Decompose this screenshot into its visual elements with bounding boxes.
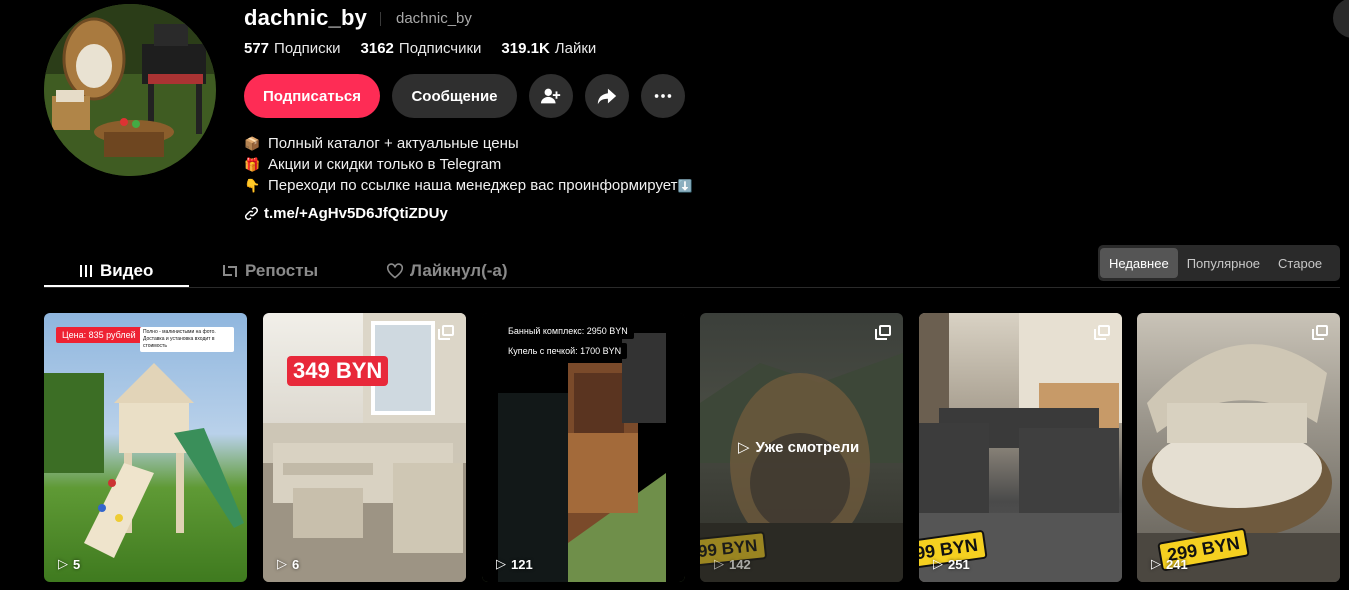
profile-avatar [44, 4, 216, 176]
sort-recent[interactable]: Недавнее [1100, 248, 1178, 278]
video-card[interactable]: 99 BYN ▷ Уже смотрели ▷ 142 [700, 313, 903, 582]
liked-icon [386, 263, 404, 279]
price-label: Банный комплекс: 2950 BYN [502, 323, 634, 339]
stat-following[interactable]: 577 Подписки [244, 40, 341, 57]
play-icon: ▷ [714, 556, 724, 571]
message-button[interactable]: Сообщение [392, 74, 517, 118]
play-icon: ▷ [933, 556, 943, 571]
bio-line: 🎁 Акции и скидки только в Telegram [244, 156, 502, 173]
pointing-down-icon: 👇 [244, 178, 261, 193]
sort-selector: Недавнее Популярное Старое [1098, 245, 1340, 281]
grid-icon [80, 265, 92, 277]
carousel-icon [1312, 325, 1328, 340]
video-thumbnail [263, 313, 466, 582]
tab-liked[interactable]: Лайкнул(-а) [386, 255, 508, 287]
bio-line: 👇 Переходи по ссылке наша менеджер вас пр… [244, 177, 693, 194]
view-count: ▷ 142 [714, 556, 751, 572]
profile-bio: 📦 Полный каталог + актуальные цены 🎁 Акции… [244, 133, 692, 197]
add-friend-button[interactable] [529, 74, 573, 118]
view-count: ▷ 5 [58, 556, 81, 572]
video-card[interactable]: 349 BYN ▷ 6 [263, 313, 466, 582]
play-icon: ▷ [277, 556, 287, 571]
header-separator [380, 12, 381, 26]
active-tab-indicator [44, 285, 189, 287]
share-arrow-icon [597, 88, 617, 105]
more-dots-icon [654, 94, 672, 98]
more-options-button[interactable] [641, 74, 685, 118]
price-tag: 349 BYN [287, 356, 389, 386]
profile-nickname: dachnic_by [396, 10, 472, 27]
sort-oldest[interactable]: Старое [1269, 248, 1331, 278]
tab-reposts[interactable]: Репосты [221, 255, 318, 287]
note-label: Полно - малинистыми на фото. Доставка и … [140, 327, 234, 352]
view-count: ▷ 121 [496, 556, 533, 572]
video-card[interactable]: Банный комплекс: 2950 BYN Купель с печко… [482, 313, 685, 582]
carousel-icon [875, 325, 891, 340]
watched-overlay: ▷ Уже смотрели [738, 438, 860, 457]
carousel-icon [438, 325, 454, 340]
play-icon: ▷ [58, 556, 68, 571]
price-label: Купель с печкой: 1700 BYN [502, 343, 628, 359]
repost-icon [223, 265, 237, 277]
view-count: ▷ 251 [933, 556, 970, 572]
video-card[interactable]: 299 BYN ▷ 241 [1137, 313, 1340, 582]
add-person-icon [540, 88, 561, 104]
carousel-icon [1094, 325, 1110, 340]
stat-followers[interactable]: 3162 Подписчики [361, 40, 482, 57]
play-icon: ▷ [496, 556, 506, 571]
profile-username: dachnic_by [244, 5, 368, 30]
view-count: ▷ 241 [1151, 556, 1188, 572]
link-icon [244, 206, 259, 221]
price-label: Цена: 835 рублей [56, 327, 142, 343]
stat-likes: 319.1K Лайки [501, 40, 597, 57]
share-button[interactable] [585, 74, 629, 118]
package-icon: 📦 [244, 136, 261, 151]
arrow-down-icon: ⬇️ [677, 179, 693, 193]
play-icon: ▷ [1151, 556, 1161, 571]
tab-videos[interactable]: Видео [78, 255, 153, 287]
corner-menu-button[interactable] [1333, 0, 1349, 38]
profile-stats: 577 Подписки 3162 Подписчики 319.1K Лайки [244, 40, 596, 57]
video-card[interactable]: Цена: 835 рублей Полно - малинистыми на … [44, 313, 247, 582]
sort-popular[interactable]: Популярное [1178, 248, 1269, 278]
follow-button[interactable]: Подписаться [244, 74, 380, 118]
bio-line: 📦 Полный каталог + актуальные цены [244, 135, 519, 152]
video-card[interactable]: 99 BYN ▷ 251 [919, 313, 1122, 582]
play-icon: ▷ [738, 439, 750, 456]
gift-icon: 🎁 [244, 157, 261, 172]
view-count: ▷ 6 [277, 556, 300, 572]
video-thumbnail [44, 363, 244, 558]
profile-link[interactable]: t.me/+AgHv5D6JfQtiZDUy [244, 205, 448, 222]
tabs-divider [44, 287, 1340, 288]
